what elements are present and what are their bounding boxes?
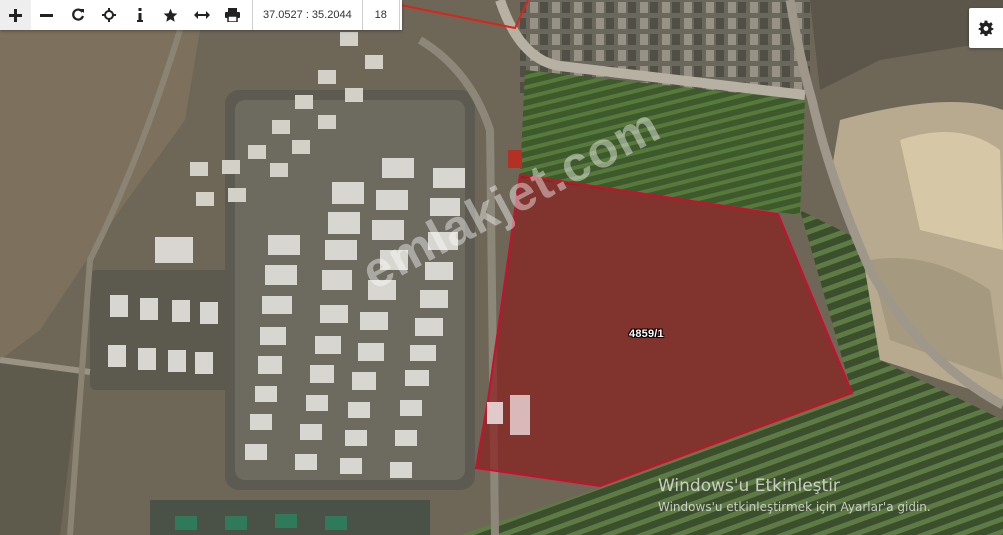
print-button[interactable] <box>217 0 248 30</box>
coordinate-readout: 37.0527 : 35.2044 <box>252 0 363 30</box>
star-icon <box>163 8 178 22</box>
map-toolbar: 37.0527 : 35.2044 18 <box>0 0 402 30</box>
satellite-map[interactable] <box>0 0 1003 535</box>
measure-button[interactable] <box>186 0 217 30</box>
info-icon <box>136 8 143 22</box>
favorite-button[interactable] <box>155 0 186 30</box>
settings-button[interactable] <box>969 8 1003 48</box>
parcel-label[interactable]: 4859/1 <box>629 328 664 340</box>
horizontal-arrows-icon <box>193 11 210 19</box>
minus-icon <box>40 13 53 17</box>
refresh-button[interactable] <box>62 0 93 30</box>
printer-icon <box>225 8 240 22</box>
info-button[interactable] <box>124 0 155 30</box>
zoom-level: 18 <box>363 0 400 30</box>
crosshair-icon <box>101 8 116 22</box>
zoom-out-button[interactable] <box>31 0 62 30</box>
zoom-in-button[interactable] <box>0 0 31 30</box>
refresh-icon <box>71 8 84 21</box>
gear-icon <box>978 20 994 36</box>
plus-icon <box>9 8 22 22</box>
locate-button[interactable] <box>93 0 124 30</box>
